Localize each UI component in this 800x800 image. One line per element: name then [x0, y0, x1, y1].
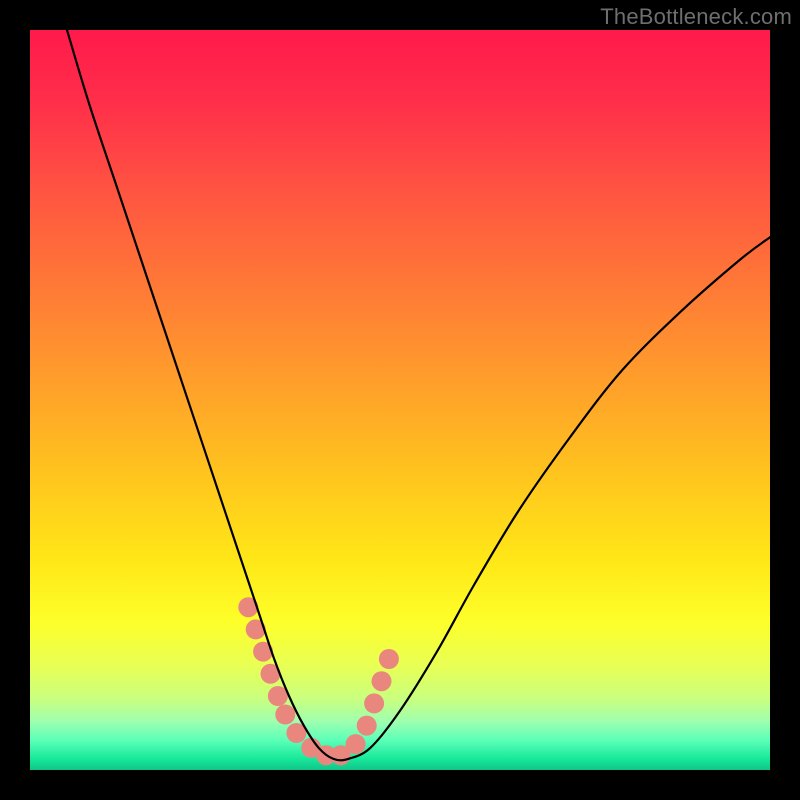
highlight-bead [379, 649, 399, 669]
chart-frame: TheBottleneck.com [0, 0, 800, 800]
highlight-bead [357, 716, 377, 736]
highlight-bead [364, 693, 384, 713]
plot-background [30, 30, 770, 770]
bottleneck-chart-svg [0, 0, 800, 800]
watermark-text: TheBottleneck.com [600, 4, 792, 30]
highlight-bead [275, 705, 295, 725]
highlight-bead [372, 671, 392, 691]
highlight-bead [346, 734, 366, 754]
